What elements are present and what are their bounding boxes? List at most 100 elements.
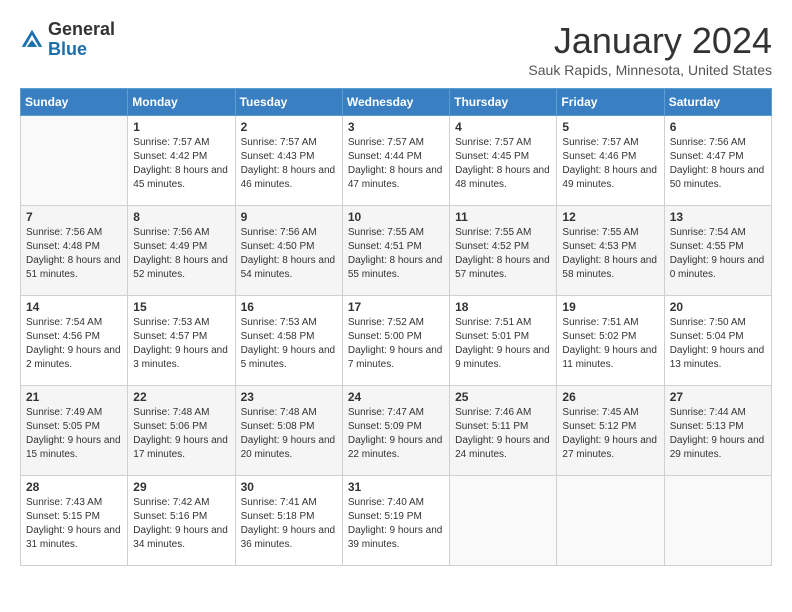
calendar-cell: 4 Sunrise: 7:57 AMSunset: 4:45 PMDaylight… (450, 116, 557, 206)
day-info: Sunrise: 7:44 AMSunset: 5:13 PMDaylight:… (670, 406, 766, 462)
day-info: Sunrise: 7:54 AMSunset: 4:56 PMDaylight:… (26, 316, 122, 372)
week-row-2: 7 Sunrise: 7:56 AMSunset: 4:48 PMDaylight… (21, 206, 772, 296)
day-number: 10 (348, 210, 444, 224)
day-info: Sunrise: 7:51 AMSunset: 5:02 PMDaylight:… (562, 316, 658, 372)
day-info: Sunrise: 7:45 AMSunset: 5:12 PMDaylight:… (562, 406, 658, 462)
logo-icon (20, 28, 44, 52)
day-info: Sunrise: 7:55 AMSunset: 4:53 PMDaylight:… (562, 226, 658, 282)
day-header-monday: Monday (128, 89, 235, 116)
calendar-cell: 5 Sunrise: 7:57 AMSunset: 4:46 PMDaylight… (557, 116, 664, 206)
day-info: Sunrise: 7:48 AMSunset: 5:08 PMDaylight:… (241, 406, 337, 462)
day-number: 21 (26, 390, 122, 404)
day-number: 14 (26, 300, 122, 314)
calendar-cell: 26 Sunrise: 7:45 AMSunset: 5:12 PMDayligh… (557, 386, 664, 476)
week-row-4: 21 Sunrise: 7:49 AMSunset: 5:05 PMDayligh… (21, 386, 772, 476)
day-number: 9 (241, 210, 337, 224)
day-info: Sunrise: 7:57 AMSunset: 4:43 PMDaylight:… (241, 136, 337, 192)
week-row-3: 14 Sunrise: 7:54 AMSunset: 4:56 PMDayligh… (21, 296, 772, 386)
location: Sauk Rapids, Minnesota, United States (528, 62, 772, 78)
day-number: 5 (562, 120, 658, 134)
day-info: Sunrise: 7:56 AMSunset: 4:49 PMDaylight:… (133, 226, 229, 282)
day-info: Sunrise: 7:46 AMSunset: 5:11 PMDaylight:… (455, 406, 551, 462)
day-number: 11 (455, 210, 551, 224)
calendar-cell (664, 476, 771, 566)
day-number: 18 (455, 300, 551, 314)
calendar-cell: 29 Sunrise: 7:42 AMSunset: 5:16 PMDayligh… (128, 476, 235, 566)
day-info: Sunrise: 7:50 AMSunset: 5:04 PMDaylight:… (670, 316, 766, 372)
day-number: 13 (670, 210, 766, 224)
day-number: 3 (348, 120, 444, 134)
logo: General Blue (20, 20, 115, 60)
header-row: SundayMondayTuesdayWednesdayThursdayFrid… (21, 89, 772, 116)
day-header-friday: Friday (557, 89, 664, 116)
calendar-cell: 3 Sunrise: 7:57 AMSunset: 4:44 PMDaylight… (342, 116, 449, 206)
day-number: 20 (670, 300, 766, 314)
day-info: Sunrise: 7:54 AMSunset: 4:55 PMDaylight:… (670, 226, 766, 282)
calendar-cell: 9Sunrise: 7:56 AMSunset: 4:50 PMDaylight… (235, 206, 342, 296)
day-info: Sunrise: 7:53 AMSunset: 4:57 PMDaylight:… (133, 316, 229, 372)
day-info: Sunrise: 7:56 AMSunset: 4:48 PMDaylight:… (26, 226, 122, 282)
day-number: 15 (133, 300, 229, 314)
day-info: Sunrise: 7:57 AMSunset: 4:46 PMDaylight:… (562, 136, 658, 192)
calendar-cell: 30Sunrise: 7:41 AMSunset: 5:18 PMDayligh… (235, 476, 342, 566)
calendar-cell: 7 Sunrise: 7:56 AMSunset: 4:48 PMDaylight… (21, 206, 128, 296)
calendar-cell: 24 Sunrise: 7:47 AMSunset: 5:09 PMDayligh… (342, 386, 449, 476)
calendar-cell: 13 Sunrise: 7:54 AMSunset: 4:55 PMDayligh… (664, 206, 771, 296)
calendar-cell: 1 Sunrise: 7:57 AMSunset: 4:42 PMDaylight… (128, 116, 235, 206)
month-title: January 2024 (528, 20, 772, 62)
day-info: Sunrise: 7:47 AMSunset: 5:09 PMDaylight:… (348, 406, 444, 462)
day-number: 26 (562, 390, 658, 404)
calendar-cell: 23 Sunrise: 7:48 AMSunset: 5:08 PMDayligh… (235, 386, 342, 476)
calendar-cell: 15 Sunrise: 7:53 AMSunset: 4:57 PMDayligh… (128, 296, 235, 386)
day-info: Sunrise: 7:57 AMSunset: 4:44 PMDaylight:… (348, 136, 444, 192)
calendar-cell: 27Sunrise: 7:44 AMSunset: 5:13 PMDayligh… (664, 386, 771, 476)
week-row-5: 28Sunrise: 7:43 AMSunset: 5:15 PMDayligh… (21, 476, 772, 566)
calendar-cell: 11 Sunrise: 7:55 AMSunset: 4:52 PMDayligh… (450, 206, 557, 296)
calendar-cell: 20 Sunrise: 7:50 AMSunset: 5:04 PMDayligh… (664, 296, 771, 386)
calendar-cell: 21 Sunrise: 7:49 AMSunset: 5:05 PMDayligh… (21, 386, 128, 476)
day-info: Sunrise: 7:55 AMSunset: 4:52 PMDaylight:… (455, 226, 551, 282)
day-number: 12 (562, 210, 658, 224)
day-info: Sunrise: 7:42 AMSunset: 5:16 PMDaylight:… (133, 496, 229, 552)
day-info: Sunrise: 7:56 AMSunset: 4:47 PMDaylight:… (670, 136, 766, 192)
day-info: Sunrise: 7:55 AMSunset: 4:51 PMDaylight:… (348, 226, 444, 282)
day-info: Sunrise: 7:51 AMSunset: 5:01 PMDaylight:… (455, 316, 551, 372)
day-number: 29 (133, 480, 229, 494)
day-number: 30 (241, 480, 337, 494)
day-info: Sunrise: 7:53 AMSunset: 4:58 PMDaylight:… (241, 316, 337, 372)
logo-text: General Blue (48, 20, 115, 60)
day-info: Sunrise: 7:49 AMSunset: 5:05 PMDaylight:… (26, 406, 122, 462)
day-header-tuesday: Tuesday (235, 89, 342, 116)
day-number: 17 (348, 300, 444, 314)
calendar-cell: 8Sunrise: 7:56 AMSunset: 4:49 PMDaylight… (128, 206, 235, 296)
calendar-cell: 25 Sunrise: 7:46 AMSunset: 5:11 PMDayligh… (450, 386, 557, 476)
day-number: 7 (26, 210, 122, 224)
day-number: 24 (348, 390, 444, 404)
day-info: Sunrise: 7:48 AMSunset: 5:06 PMDaylight:… (133, 406, 229, 462)
day-number: 25 (455, 390, 551, 404)
page-header: General Blue January 2024 Sauk Rapids, M… (20, 20, 772, 78)
day-number: 23 (241, 390, 337, 404)
day-number: 31 (348, 480, 444, 494)
calendar-cell: 16Sunrise: 7:53 AMSunset: 4:58 PMDayligh… (235, 296, 342, 386)
week-row-1: 1 Sunrise: 7:57 AMSunset: 4:42 PMDaylight… (21, 116, 772, 206)
calendar-cell (557, 476, 664, 566)
day-header-wednesday: Wednesday (342, 89, 449, 116)
day-number: 4 (455, 120, 551, 134)
calendar-cell: 31 Sunrise: 7:40 AMSunset: 5:19 PMDayligh… (342, 476, 449, 566)
calendar-cell: 17 Sunrise: 7:52 AMSunset: 5:00 PMDayligh… (342, 296, 449, 386)
calendar-cell: 14 Sunrise: 7:54 AMSunset: 4:56 PMDayligh… (21, 296, 128, 386)
calendar-cell: 10 Sunrise: 7:55 AMSunset: 4:51 PMDayligh… (342, 206, 449, 296)
day-number: 2 (241, 120, 337, 134)
day-info: Sunrise: 7:52 AMSunset: 5:00 PMDaylight:… (348, 316, 444, 372)
day-number: 6 (670, 120, 766, 134)
day-number: 28 (26, 480, 122, 494)
calendar-cell: 19Sunrise: 7:51 AMSunset: 5:02 PMDayligh… (557, 296, 664, 386)
day-info: Sunrise: 7:57 AMSunset: 4:42 PMDaylight:… (133, 136, 229, 192)
day-number: 22 (133, 390, 229, 404)
calendar-table: SundayMondayTuesdayWednesdayThursdayFrid… (20, 88, 772, 566)
day-info: Sunrise: 7:57 AMSunset: 4:45 PMDaylight:… (455, 136, 551, 192)
day-info: Sunrise: 7:40 AMSunset: 5:19 PMDaylight:… (348, 496, 444, 552)
day-number: 1 (133, 120, 229, 134)
calendar-cell: 22 Sunrise: 7:48 AMSunset: 5:06 PMDayligh… (128, 386, 235, 476)
